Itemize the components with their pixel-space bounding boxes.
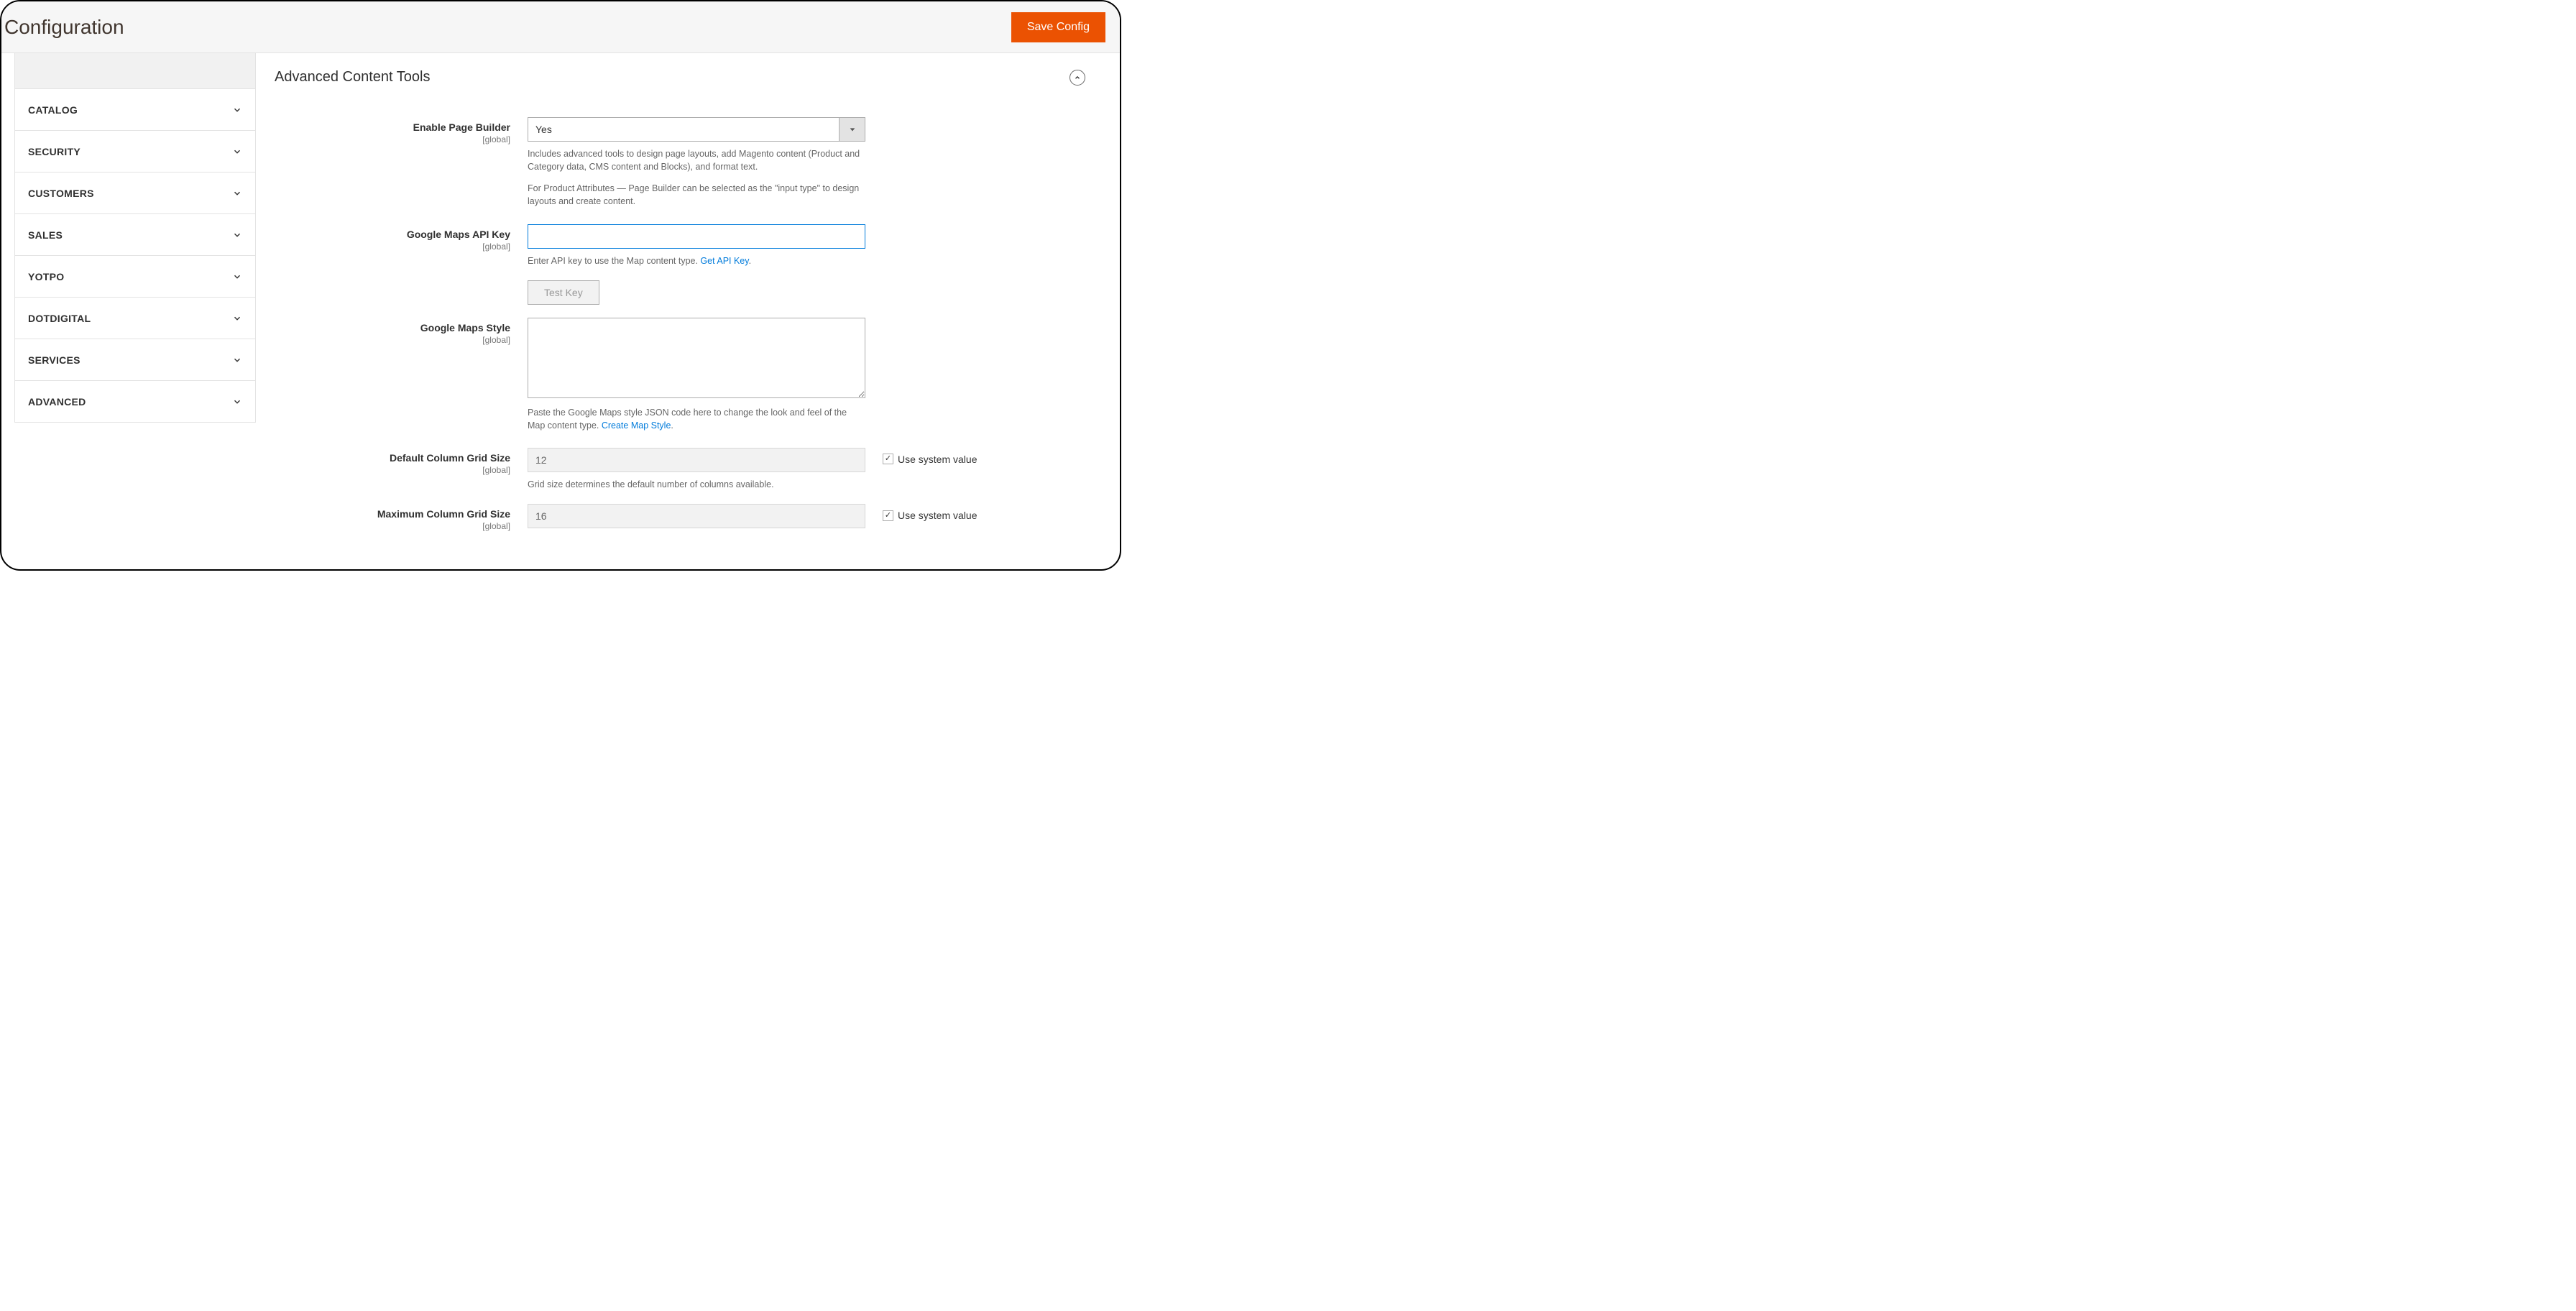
chevron-down-icon bbox=[232, 272, 242, 282]
use-system-value-checkbox[interactable]: ✓ bbox=[883, 510, 893, 521]
page-title: Configuration bbox=[1, 16, 124, 39]
sidebar-item-label: SALES bbox=[28, 229, 63, 241]
section-header[interactable]: Advanced Content Tools bbox=[275, 69, 1092, 86]
sidebar-item-services[interactable]: SERVICES bbox=[14, 339, 256, 381]
field-default-column-grid-size: Default Column Grid Size [global] Grid s… bbox=[275, 448, 1092, 491]
test-key-button[interactable]: Test Key bbox=[528, 280, 599, 305]
use-system-value-checkbox[interactable]: ✓ bbox=[883, 454, 893, 464]
sidebar-item-label: YOTPO bbox=[28, 271, 64, 282]
field-label: Maximum Column Grid Size bbox=[377, 508, 510, 520]
sidebar-item-dotdigital[interactable]: DOTDIGITAL bbox=[14, 298, 256, 339]
field-enable-page-builder: Enable Page Builder [global] Yes Include… bbox=[275, 117, 1092, 208]
sidebar-item-label: CUSTOMERS bbox=[28, 188, 94, 199]
field-label: Google Maps API Key bbox=[407, 229, 510, 240]
config-main: Advanced Content Tools Enable Page Build… bbox=[269, 53, 1120, 569]
sidebar-item-label: SECURITY bbox=[28, 146, 80, 157]
section-title: Advanced Content Tools bbox=[275, 69, 430, 86]
field-note: For Product Attributes — Page Builder ca… bbox=[528, 182, 865, 208]
default-column-grid-size-input[interactable] bbox=[528, 448, 865, 472]
sidebar-item-label: DOTDIGITAL bbox=[28, 313, 91, 324]
field-scope: [global] bbox=[275, 134, 510, 144]
caret-down-icon bbox=[849, 126, 856, 133]
field-note: Paste the Google Maps style JSON code he… bbox=[528, 406, 865, 432]
maximum-column-grid-size-input[interactable] bbox=[528, 504, 865, 528]
select-value: Yes bbox=[528, 118, 839, 141]
field-note: Enter API key to use the Map content typ… bbox=[528, 254, 865, 267]
collapse-toggle[interactable] bbox=[1070, 70, 1085, 86]
field-label: Enable Page Builder bbox=[413, 121, 510, 133]
chevron-down-icon bbox=[232, 355, 242, 365]
field-scope: [global] bbox=[275, 242, 510, 252]
enable-page-builder-select[interactable]: Yes bbox=[528, 117, 865, 142]
use-system-value-label: Use system value bbox=[898, 454, 977, 465]
get-api-key-link[interactable]: Get API Key bbox=[700, 256, 748, 266]
chevron-down-icon bbox=[232, 397, 242, 407]
config-sidebar: Advanced Reporting CATALOG SECURITY CUST… bbox=[1, 53, 269, 569]
chevron-down-icon bbox=[232, 105, 242, 115]
field-scope: [global] bbox=[275, 335, 510, 345]
chevron-down-icon bbox=[232, 230, 242, 240]
field-label: Google Maps Style bbox=[420, 322, 510, 334]
chevron-down-icon bbox=[232, 147, 242, 157]
sidebar-item-label: CATALOG bbox=[28, 104, 78, 116]
create-map-style-link[interactable]: Create Map Style bbox=[602, 420, 671, 431]
sidebar-item-catalog[interactable]: CATALOG bbox=[14, 89, 256, 131]
field-note: Grid size determines the default number … bbox=[528, 478, 865, 491]
field-label: Default Column Grid Size bbox=[390, 452, 510, 464]
sidebar-item-advanced[interactable]: ADVANCED bbox=[14, 381, 256, 423]
field-google-maps-style: Google Maps Style [global] Paste the Goo… bbox=[275, 318, 1092, 432]
select-arrow bbox=[839, 118, 865, 141]
field-google-maps-api-key: Google Maps API Key [global] Enter API k… bbox=[275, 224, 1092, 267]
sidebar-item-security[interactable]: SECURITY bbox=[14, 131, 256, 172]
field-scope: [global] bbox=[275, 521, 510, 531]
sidebar-item-label: ADVANCED bbox=[28, 396, 86, 408]
sidebar-item-sales[interactable]: SALES bbox=[14, 214, 256, 256]
google-maps-api-key-input[interactable] bbox=[528, 224, 865, 249]
sidebar-item-advanced-reporting[interactable]: Advanced Reporting bbox=[14, 53, 256, 89]
field-scope: [global] bbox=[275, 465, 510, 475]
chevron-up-icon bbox=[1074, 74, 1081, 81]
field-test-key: Test Key bbox=[275, 280, 1092, 305]
save-config-button[interactable]: Save Config bbox=[1011, 12, 1105, 42]
sidebar-item-label: SERVICES bbox=[28, 354, 80, 366]
field-note: Includes advanced tools to design page l… bbox=[528, 147, 865, 173]
page-header: Configuration Save Config bbox=[1, 1, 1120, 53]
sidebar-item-customers[interactable]: CUSTOMERS bbox=[14, 172, 256, 214]
sidebar-item-yotpo[interactable]: YOTPO bbox=[14, 256, 256, 298]
use-system-value-label: Use system value bbox=[898, 510, 977, 521]
google-maps-style-textarea[interactable] bbox=[528, 318, 865, 398]
chevron-down-icon bbox=[232, 188, 242, 198]
chevron-down-icon bbox=[232, 313, 242, 323]
field-maximum-column-grid-size: Maximum Column Grid Size [global] ✓ Use … bbox=[275, 504, 1092, 531]
